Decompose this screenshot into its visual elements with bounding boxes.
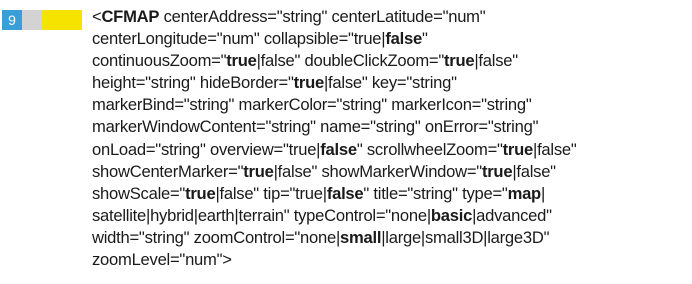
syntax-text: showCenterMarker=" bbox=[92, 161, 244, 181]
syntax-text: centerAddress="string" centerLatitude="n… bbox=[159, 7, 486, 26]
syntax-text: markerWindowContent="string" name="strin… bbox=[92, 117, 539, 137]
syntax-text: " bbox=[421, 29, 428, 49]
default-value-text: small bbox=[340, 227, 382, 247]
syntax-text: |false" bbox=[474, 51, 518, 71]
entry-badge-strip: 9 bbox=[2, 10, 82, 30]
syntax-line: markerWindowContent="string" name="strin… bbox=[92, 116, 690, 138]
syntax-line: satellite|hybrid|earth|terrain" typeCont… bbox=[92, 205, 690, 227]
default-value-text: CFMAP bbox=[101, 7, 160, 26]
default-value-text: true bbox=[502, 139, 534, 159]
syntax-text: width="string" zoomControl="none| bbox=[92, 227, 341, 247]
syntax-text: continuousZoom=" bbox=[92, 51, 227, 71]
syntax-line: zoomLevel="num"> bbox=[92, 249, 690, 271]
cfmap-syntax-block: <CFMAP centerAddress="string" centerLati… bbox=[92, 6, 690, 271]
syntax-text: |false" bbox=[533, 139, 577, 159]
default-value-text: false bbox=[326, 183, 364, 203]
default-value-text: true bbox=[243, 161, 274, 181]
gray-swatch bbox=[22, 10, 42, 30]
syntax-text: " scrollwheelZoom=" bbox=[356, 139, 503, 159]
syntax-text: satellite|hybrid|earth|terrain" typeCont… bbox=[92, 205, 431, 225]
syntax-text: | bbox=[540, 183, 546, 203]
default-value-text: true bbox=[185, 183, 216, 203]
syntax-text: |false" key="string" bbox=[324, 73, 457, 93]
syntax-text: zoomLevel="num"> bbox=[92, 250, 232, 270]
syntax-text: height="string" hideBorder=" bbox=[92, 73, 294, 93]
syntax-text: " title="string" type=" bbox=[363, 183, 508, 203]
syntax-line: <CFMAP centerAddress="string" centerLati… bbox=[92, 6, 690, 28]
default-value-text: true bbox=[481, 161, 513, 181]
syntax-line: showScale="true|false" tip="true|false" … bbox=[92, 183, 690, 205]
syntax-text: |false" showMarkerWindow=" bbox=[273, 161, 483, 181]
default-value-text: basic bbox=[430, 205, 473, 225]
default-value-text: true bbox=[444, 51, 475, 71]
syntax-line: continuousZoom="true|false" doubleClickZ… bbox=[92, 50, 690, 72]
syntax-text: centerLongitude="num" collapsible="true| bbox=[92, 29, 386, 49]
default-value-text: true bbox=[293, 73, 325, 93]
default-value-text: true bbox=[226, 51, 257, 71]
syntax-text: onLoad="string" overview="true| bbox=[92, 139, 321, 159]
syntax-line: markerBind="string" markerColor="string"… bbox=[92, 94, 690, 116]
entry-number-badge: 9 bbox=[2, 10, 22, 30]
default-value-text: map bbox=[507, 183, 542, 203]
syntax-text: showScale=" bbox=[92, 183, 186, 203]
syntax-text: |false" tip="true| bbox=[215, 183, 327, 203]
syntax-text: markerBind="string" markerColor="string"… bbox=[92, 95, 532, 115]
syntax-line: onLoad="string" overview="true|false" sc… bbox=[92, 139, 690, 161]
yellow-swatch bbox=[62, 10, 82, 30]
syntax-line: centerLongitude="num" collapsible="true|… bbox=[92, 28, 690, 50]
syntax-line: width="string" zoomControl="none|small|l… bbox=[92, 227, 690, 249]
syntax-text: |false" bbox=[512, 161, 556, 181]
syntax-text: |advanced" bbox=[472, 205, 552, 225]
syntax-line: height="string" hideBorder="true|false" … bbox=[92, 72, 690, 94]
syntax-line: showCenterMarker="true|false" showMarker… bbox=[92, 161, 690, 183]
default-value-text: false bbox=[320, 139, 357, 159]
syntax-text: |large|small3D|large3D" bbox=[381, 227, 550, 247]
default-value-text: false bbox=[385, 29, 422, 49]
syntax-text: |false" doubleClickZoom=" bbox=[256, 51, 445, 71]
yellow-swatch bbox=[42, 10, 62, 30]
